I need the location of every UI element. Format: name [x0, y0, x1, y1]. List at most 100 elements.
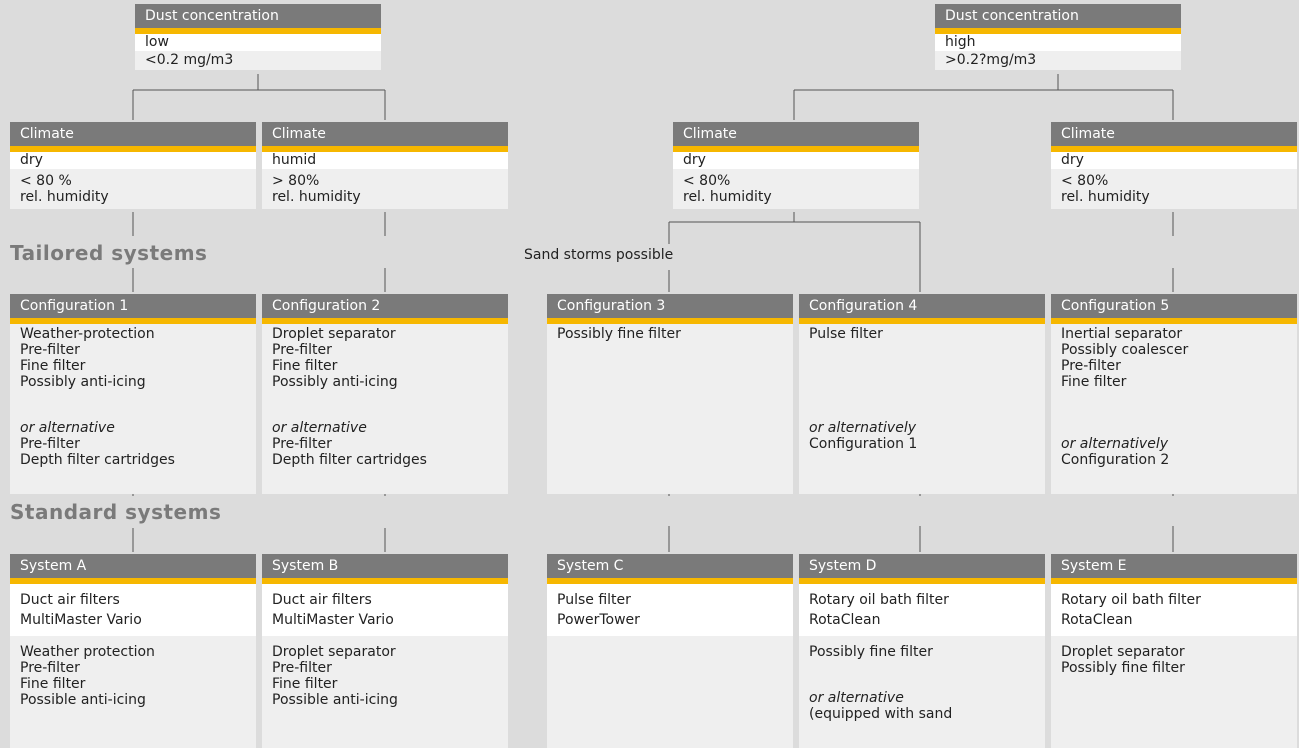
config-body: Possibly fine filter — [547, 324, 793, 494]
system-components: Droplet separator Pre-filter Fine filter… — [262, 636, 508, 748]
dust-high-level: high — [935, 34, 1181, 51]
sand-storms-note: Sand storms possible — [524, 247, 674, 263]
system-products: Duct air filters MultiMaster Vario — [10, 584, 256, 636]
system-product: Rotary oil bath filter — [1061, 592, 1201, 608]
system-product: MultiMaster Vario — [20, 612, 142, 628]
config-alt-item: Depth filter cartridges — [20, 452, 175, 468]
climate-humidity-label: rel. humidity — [272, 189, 361, 205]
system-box-d: System D Rotary oil bath filter RotaClea… — [799, 554, 1045, 748]
climate-title: Climate — [673, 122, 919, 152]
config-box-1: Configuration 1 Weather-protection Pre-f… — [10, 294, 256, 494]
config-alt-item: Configuration 2 — [1061, 452, 1170, 468]
climate-box-1: Climate dry < 80 % rel. humidity — [10, 122, 256, 209]
config-alt-label: or alternatively — [1061, 436, 1169, 452]
climate-title: Climate — [1051, 122, 1297, 152]
dust-high-title: Dust concentration — [935, 4, 1181, 34]
system-component: Pre-filter — [272, 660, 332, 676]
config-item: Possibly anti-icing — [272, 374, 398, 390]
climate-box-3: Climate dry < 80% rel. humidity — [673, 122, 919, 209]
config-item: Fine filter — [1061, 374, 1127, 390]
config-body: Weather-protection Pre-filter Fine filte… — [10, 324, 256, 494]
system-product: Pulse filter — [557, 592, 631, 608]
system-title: System D — [799, 554, 1045, 584]
standard-systems-heading: Standard systems — [10, 500, 222, 524]
climate-humidity-range: < 80% — [1061, 173, 1109, 189]
system-title: System B — [262, 554, 508, 584]
climate-detail: < 80 % rel. humidity — [10, 169, 256, 209]
dust-low-title: Dust concentration — [135, 4, 381, 34]
system-component: Possible anti-icing — [272, 692, 398, 708]
system-component: Fine filter — [20, 676, 86, 692]
config-alt-item: Depth filter cartridges — [272, 452, 427, 468]
config-alt-label: or alternatively — [809, 420, 917, 436]
climate-box-4: Climate dry < 80% rel. humidity — [1051, 122, 1297, 209]
climate-detail: < 80% rel. humidity — [1051, 169, 1297, 209]
climate-kind: dry — [673, 152, 919, 169]
config-alt-item: Pre-filter — [272, 436, 332, 452]
config-title: Configuration 1 — [10, 294, 256, 324]
climate-detail: < 80% rel. humidity — [673, 169, 919, 209]
climate-detail: > 80% rel. humidity — [262, 169, 508, 209]
climate-kind: dry — [1051, 152, 1297, 169]
climate-humidity-range: > 80% — [272, 173, 320, 189]
config-item: Pulse filter — [809, 326, 883, 342]
config-title: Configuration 2 — [262, 294, 508, 324]
system-products: Pulse filter PowerTower — [547, 584, 793, 636]
config-body: Pulse filter or alternatively Configurat… — [799, 324, 1045, 494]
climate-kind: humid — [262, 152, 508, 169]
config-item: Weather-protection — [20, 326, 155, 342]
system-components — [547, 636, 793, 748]
config-title: Configuration 5 — [1051, 294, 1297, 324]
config-item: Pre-filter — [20, 342, 80, 358]
system-title: System C — [547, 554, 793, 584]
system-title: System A — [10, 554, 256, 584]
system-product: PowerTower — [557, 612, 640, 628]
config-alt-item: Configuration 1 — [809, 436, 918, 452]
dust-low-value: <0.2 mg/m3 — [135, 51, 381, 70]
config-box-2: Configuration 2 Droplet separator Pre-fi… — [262, 294, 508, 494]
system-product: Duct air filters — [20, 592, 120, 608]
config-alt-label: or alternative — [272, 420, 367, 436]
system-components: Possibly fine filter or alternative (equ… — [799, 636, 1045, 748]
config-body: Droplet separator Pre-filter Fine filter… — [262, 324, 508, 494]
config-box-5: Configuration 5 Inertial separator Possi… — [1051, 294, 1297, 494]
system-box-c: System C Pulse filter PowerTower — [547, 554, 793, 748]
system-component: Fine filter — [272, 676, 338, 692]
config-item: Possibly coalescer — [1061, 342, 1189, 358]
system-title: System E — [1051, 554, 1297, 584]
config-item: Fine filter — [20, 358, 86, 374]
system-component: Pre-filter — [20, 660, 80, 676]
system-box-a: System A Duct air filters MultiMaster Va… — [10, 554, 256, 748]
system-component: Possibly fine filter — [809, 644, 933, 660]
dust-high-box: Dust concentration high >0.2?mg/m3 — [935, 4, 1181, 70]
climate-humidity-range: < 80 % — [20, 173, 72, 189]
config-item: Pre-filter — [272, 342, 332, 358]
climate-box-2: Climate humid > 80% rel. humidity — [262, 122, 508, 209]
config-title: Configuration 4 — [799, 294, 1045, 324]
climate-humidity-range: < 80% — [683, 173, 731, 189]
system-product: RotaClean — [809, 612, 881, 628]
system-components: Weather protection Pre-filter Fine filte… — [10, 636, 256, 748]
system-component: Possibly fine filter — [1061, 660, 1185, 676]
dust-low-level: low — [135, 34, 381, 51]
system-product: Rotary oil bath filter — [809, 592, 949, 608]
config-item: Pre-filter — [1061, 358, 1121, 374]
system-product: MultiMaster Vario — [272, 612, 394, 628]
system-product: RotaClean — [1061, 612, 1133, 628]
system-component: Droplet separator — [1061, 644, 1185, 660]
climate-kind: dry — [10, 152, 256, 169]
dust-low-box: Dust concentration low <0.2 mg/m3 — [135, 4, 381, 70]
config-box-4: Configuration 4 Pulse filter or alternat… — [799, 294, 1045, 494]
system-alt-item: (equipped with sand — [809, 706, 953, 722]
config-box-3: Configuration 3 Possibly fine filter — [547, 294, 793, 494]
config-item: Droplet separator — [272, 326, 396, 342]
system-alt-label: or alternative — [809, 690, 904, 706]
config-alt-label: or alternative — [20, 420, 115, 436]
system-component: Weather protection — [20, 644, 155, 660]
config-item: Inertial separator — [1061, 326, 1183, 342]
config-alt-item: Pre-filter — [20, 436, 80, 452]
dust-high-value: >0.2?mg/m3 — [935, 51, 1181, 70]
climate-title: Climate — [10, 122, 256, 152]
climate-humidity-label: rel. humidity — [20, 189, 109, 205]
tailored-systems-heading: Tailored systems — [10, 241, 208, 265]
